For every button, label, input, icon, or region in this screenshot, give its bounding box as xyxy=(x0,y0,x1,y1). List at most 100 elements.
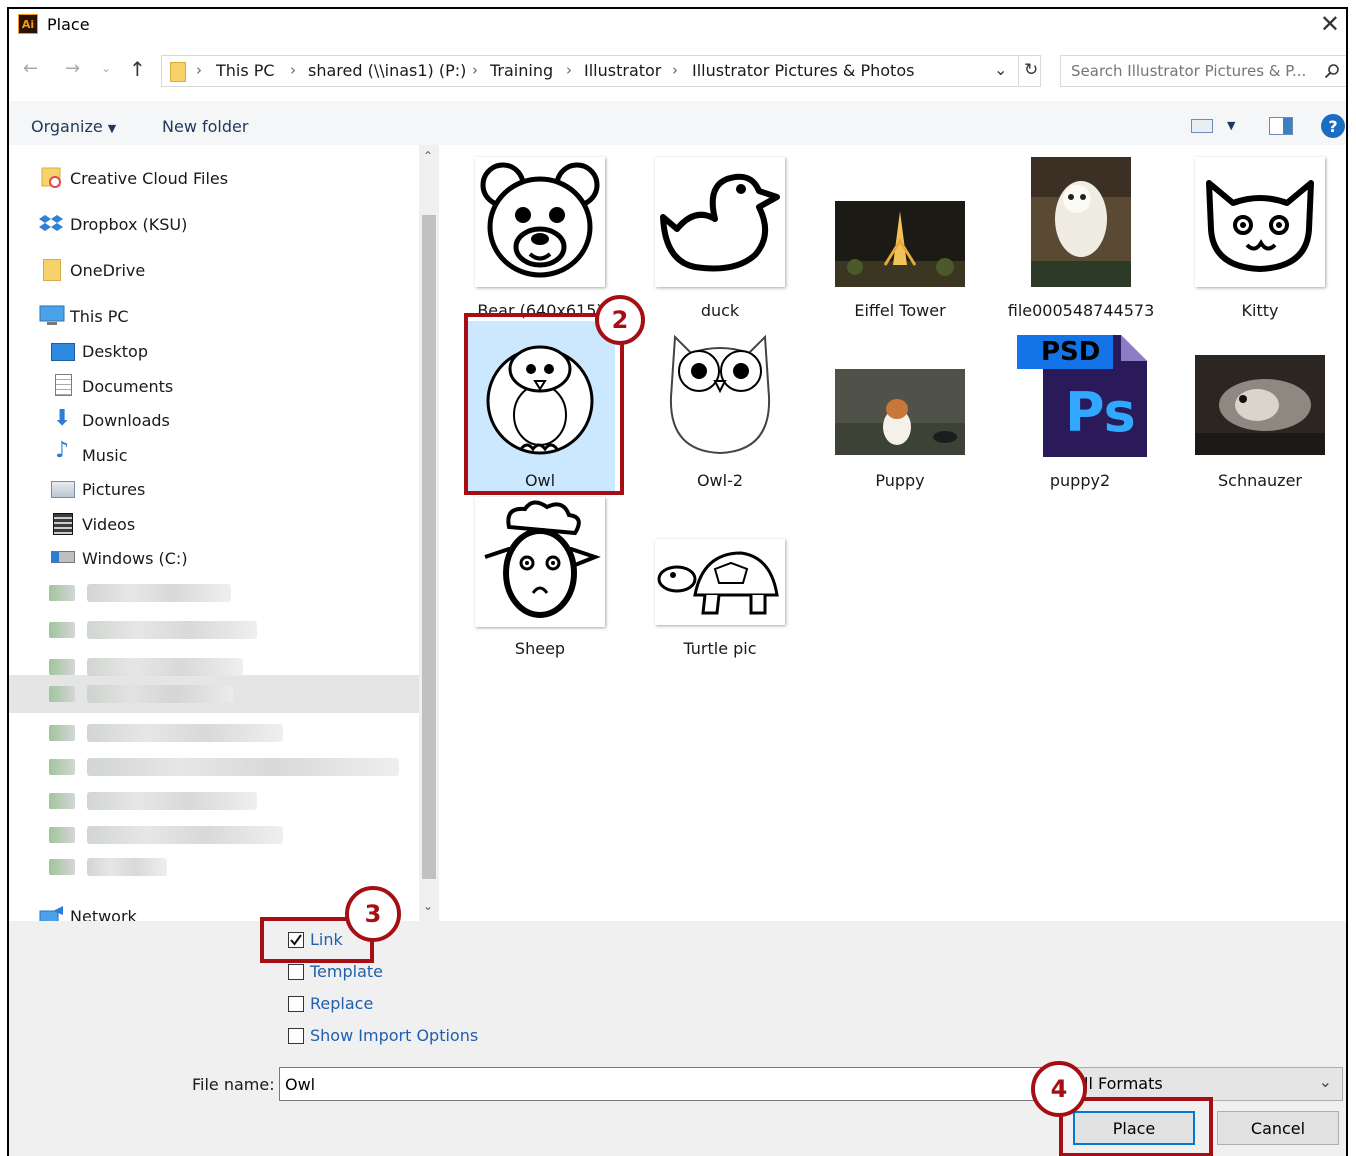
file-thumbnail-eiffel-tower[interactable] xyxy=(835,201,965,287)
downloads-icon: ⬇ xyxy=(53,406,72,431)
search-icon[interactable] xyxy=(1324,63,1340,79)
file-label-puppy[interactable]: Puppy xyxy=(810,471,990,490)
caret-down-icon: ▼ xyxy=(107,122,117,135)
file-name-input[interactable] xyxy=(279,1067,1049,1101)
file-label-owl-2[interactable]: Owl-2 xyxy=(630,471,810,490)
up-arrow-icon[interactable]: ↑ xyxy=(129,57,146,81)
blurred-drive-label[interactable] xyxy=(87,658,243,676)
sidebar-item-onedrive[interactable]: OneDrive xyxy=(70,261,145,280)
scroll-down-arrow-icon[interactable]: ⌄ xyxy=(423,899,433,913)
sheep-drawing xyxy=(484,500,601,618)
sidebar-item-pictures[interactable]: Pictures xyxy=(82,480,145,499)
new-folder-button[interactable]: New folder xyxy=(162,117,248,136)
breadcrumb-this-pc[interactable]: This PC xyxy=(216,61,275,80)
file-label-turtle-pic[interactable]: Turtle pic xyxy=(630,639,810,658)
address-bar[interactable]: › This PC › shared (\\inas1) (P:) › Trai… xyxy=(161,55,1041,87)
template-checkbox[interactable] xyxy=(288,964,304,980)
file-thumbnail-duck[interactable] xyxy=(655,157,785,287)
file-label-file000548744573[interactable]: file000548744573 xyxy=(991,301,1171,320)
replace-label[interactable]: Replace xyxy=(310,994,373,1013)
close-button[interactable]: ✕ xyxy=(1320,11,1340,37)
blurred-drive-label[interactable] xyxy=(87,685,233,703)
blurred-drive-label[interactable] xyxy=(87,858,167,876)
forward-arrow-icon[interactable]: → xyxy=(65,58,80,79)
file-thumbnail-owl-2[interactable] xyxy=(655,327,785,459)
file-label-sheep[interactable]: Sheep xyxy=(450,639,630,658)
view-menu-caret-icon[interactable]: ▼ xyxy=(1227,119,1235,132)
navigation-pane: Creative Cloud Files Dropbox (KSU) OneDr… xyxy=(9,145,439,926)
sidebar-item-this-pc[interactable]: This PC xyxy=(70,307,129,326)
eiffel-tower-photo xyxy=(835,201,965,287)
pictures-icon xyxy=(51,481,75,498)
file-label-duck[interactable]: duck xyxy=(630,301,810,320)
music-icon: ♪ xyxy=(55,438,70,463)
onedrive-folder-icon xyxy=(43,259,61,281)
blurred-drive-label[interactable] xyxy=(87,758,399,776)
sidebar-item-documents[interactable]: Documents xyxy=(82,377,173,396)
command-bar: Organize ▼ New folder ▼ ? xyxy=(9,101,1346,146)
organize-button[interactable]: Organize ▼ xyxy=(31,117,116,136)
scrollbar-thumb[interactable] xyxy=(422,215,436,879)
blurred-drive-label[interactable] xyxy=(87,792,257,810)
recent-locations-chevron-icon[interactable]: ⌄ xyxy=(101,61,111,75)
file-thumbnail-sheep[interactable] xyxy=(475,497,605,627)
breadcrumb-current-folder[interactable]: Illustrator Pictures & Photos xyxy=(692,61,914,80)
refresh-icon[interactable]: ↻ xyxy=(1024,60,1038,80)
windows-drive-icon xyxy=(51,551,75,563)
creative-cloud-folder-icon xyxy=(41,167,61,188)
sidebar-item-desktop[interactable]: Desktop xyxy=(82,342,148,361)
sidebar-item-windows-c[interactable]: Windows (C:) xyxy=(82,549,188,568)
navigation-scrollbar[interactable]: ⌃ ⌄ xyxy=(419,145,439,921)
file-label-kitty[interactable]: Kitty xyxy=(1170,301,1346,320)
file-label-schnauzer[interactable]: Schnauzer xyxy=(1170,471,1346,490)
breadcrumb-training[interactable]: Training xyxy=(490,61,553,80)
blurred-drive-label[interactable] xyxy=(87,584,231,602)
cancel-button[interactable]: Cancel xyxy=(1217,1111,1339,1145)
file-thumbnail-bear[interactable] xyxy=(475,157,605,287)
breadcrumb-separator: › xyxy=(196,61,202,79)
replace-checkbox[interactable] xyxy=(288,996,304,1012)
file-thumbnail-turtle[interactable] xyxy=(655,539,785,625)
breadcrumb-shared-drive[interactable]: shared (\\inas1) (P:) xyxy=(308,61,466,80)
change-view-icon[interactable] xyxy=(1191,119,1213,133)
place-dialog: Ai Place ✕ ← → ⌄ ↑ › This PC › shared (\… xyxy=(7,7,1348,1156)
search-input[interactable] xyxy=(1061,56,1336,86)
show-import-options-checkbox[interactable] xyxy=(288,1028,304,1044)
scroll-up-arrow-icon[interactable]: ⌃ xyxy=(423,149,433,163)
sidebar-item-downloads[interactable]: Downloads xyxy=(82,411,170,430)
chevron-down-icon: ⌄ xyxy=(1318,1072,1332,1091)
file-label-eiffel-tower[interactable]: Eiffel Tower xyxy=(810,301,990,320)
file-thumbnail-kitty[interactable] xyxy=(1195,157,1325,287)
file-format-dropdown[interactable]: ll Formats ⌄ xyxy=(1057,1067,1343,1101)
file-label-puppy2[interactable]: puppy2 xyxy=(990,471,1170,490)
address-divider xyxy=(1018,56,1019,86)
blurred-drive-label[interactable] xyxy=(87,724,283,742)
sidebar-item-creative-cloud[interactable]: Creative Cloud Files xyxy=(70,169,228,188)
blurred-drive-icon xyxy=(49,859,75,875)
sidebar-item-music[interactable]: Music xyxy=(82,446,128,465)
breadcrumb-illustrator[interactable]: Illustrator xyxy=(584,61,661,80)
search-box[interactable] xyxy=(1060,55,1346,87)
file-thumbnail-owl-photo[interactable] xyxy=(1031,157,1131,287)
back-arrow-icon[interactable]: ← xyxy=(23,58,38,79)
sidebar-item-videos[interactable]: Videos xyxy=(82,515,135,534)
preview-pane-icon[interactable] xyxy=(1269,117,1293,135)
blurred-drive-icon xyxy=(49,622,75,638)
help-icon[interactable]: ? xyxy=(1321,114,1345,138)
blurred-drive-icon xyxy=(49,725,75,741)
address-dropdown-chevron-icon[interactable]: ⌄ xyxy=(994,60,1007,79)
ps-logo-text: Ps xyxy=(1065,381,1136,444)
file-thumbnail-puppy2[interactable]: PSD Ps xyxy=(1015,329,1149,459)
owl-2-drawing xyxy=(669,334,771,455)
breadcrumb-separator: › xyxy=(472,61,478,79)
blurred-drive-label[interactable] xyxy=(87,621,257,639)
duck-drawing xyxy=(660,173,780,272)
sidebar-item-dropbox[interactable]: Dropbox (KSU) xyxy=(70,215,187,234)
blurred-drive-label[interactable] xyxy=(87,826,283,844)
show-import-options-label[interactable]: Show Import Options xyxy=(310,1026,478,1045)
step-2-badge: 2 xyxy=(595,295,645,345)
title-bar: Ai Place ✕ xyxy=(9,9,1346,43)
file-thumbnail-schnauzer[interactable] xyxy=(1195,355,1325,455)
template-label[interactable]: Template xyxy=(310,962,383,981)
file-thumbnail-puppy[interactable] xyxy=(835,369,965,455)
